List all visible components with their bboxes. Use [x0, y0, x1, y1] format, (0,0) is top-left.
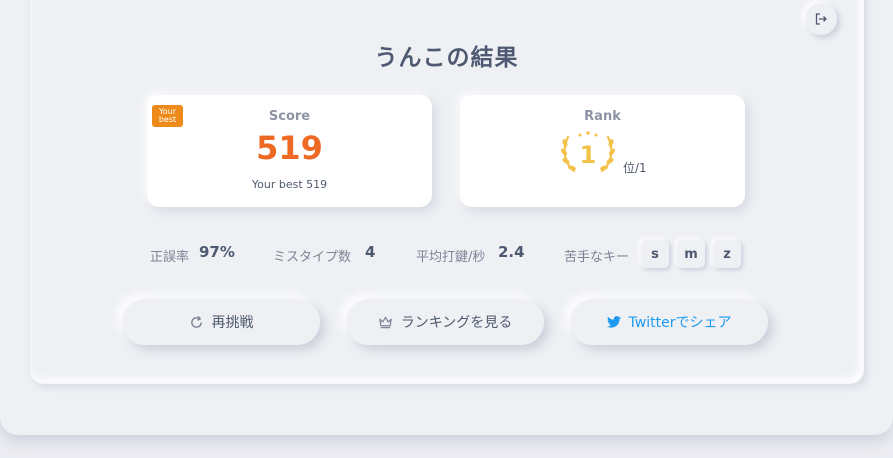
stats-row: 正誤率 97% ミスタイプ数 4 平均打鍵/秒 2.4 苦手なキー s m z [0, 240, 893, 270]
score-card: Your best Score 519 Your best 519 [147, 95, 432, 207]
share-twitter-button[interactable]: Twitterでシェア [570, 299, 768, 345]
weak-keys-label: 苦手なキー [564, 250, 630, 265]
speed-label: 平均打鍵/秒 [416, 250, 486, 265]
weak-key: z [713, 240, 741, 268]
retry-button[interactable]: 再挑戦 [122, 299, 320, 345]
rank-card: Rank 1 位/1 [460, 95, 745, 207]
logout-icon [815, 13, 827, 25]
accuracy-label: 正誤率 [150, 250, 190, 265]
twitter-icon [606, 316, 621, 328]
rank-label: Rank [584, 109, 621, 124]
weak-key: s [641, 240, 669, 268]
ranking-label: ランキングを見る [400, 315, 513, 331]
score-value: 519 [256, 129, 323, 167]
score-label: Score [268, 109, 311, 124]
ranking-button[interactable]: ランキングを見る [346, 299, 544, 345]
speed-value: 2.4 [498, 243, 525, 261]
share-label: Twitterでシェア [628, 315, 732, 331]
typo-label: ミスタイプ数 [273, 250, 352, 265]
retry-label: 再挑戦 [211, 315, 254, 331]
result-title: うんこの結果 [374, 45, 519, 71]
typo-value: 4 [365, 243, 376, 261]
rank-number: 1 [580, 141, 597, 169]
weak-key: m [677, 240, 705, 268]
refresh-icon [190, 315, 202, 328]
crown-icon [378, 316, 392, 329]
laurel-icon: 1 [560, 131, 616, 173]
accuracy-value: 97% [199, 243, 235, 261]
logout-button[interactable] [805, 3, 837, 35]
best-score-text: Your best 519 [251, 178, 328, 191]
rank-suffix: 位/1 [623, 161, 647, 175]
